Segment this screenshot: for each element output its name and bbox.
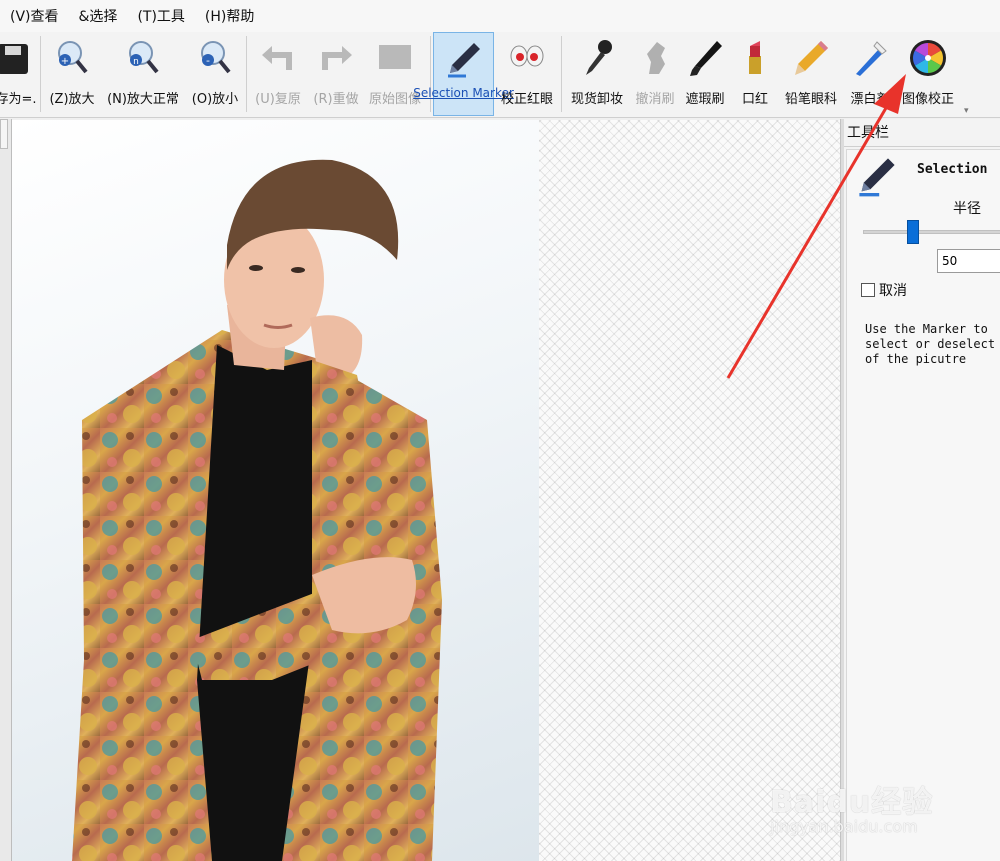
cancel-checkbox[interactable]	[861, 283, 875, 297]
blemish-brush-button[interactable]: 遮瑕刷	[681, 32, 729, 116]
image-correction-button[interactable]: 图像校正	[897, 32, 959, 116]
svg-text:-: -	[206, 54, 210, 67]
tool-panel: 工具栏 Selection 半径 取消 Use the Marker to se…	[844, 119, 1000, 861]
save-as-label: 存为=.	[0, 92, 37, 107]
menu-select[interactable]: &选择	[69, 6, 128, 26]
panel-title: 工具栏	[844, 119, 1000, 147]
save-as-button[interactable]: 存为=.	[0, 32, 38, 116]
menu-bar: (V)查看 &选择 (T)工具 (H)帮助	[0, 0, 1000, 32]
menu-view[interactable]: (V)查看	[0, 6, 69, 26]
radius-label: 半径	[953, 201, 981, 217]
floppy-icon	[0, 36, 38, 80]
zoom-in-icon: +	[50, 36, 94, 80]
cancel-checkbox-row[interactable]: 取消	[861, 280, 907, 300]
undo-brush-button[interactable]: 撤消刷	[630, 32, 680, 116]
undo-button[interactable]: (U)复原	[250, 32, 306, 116]
toolbar-separator	[40, 36, 41, 112]
undo-label: (U)复原	[255, 92, 301, 107]
eyeliner-label: 铅笔眼科	[784, 92, 837, 107]
zoom-out-icon: -	[193, 36, 237, 80]
radius-input[interactable]	[937, 249, 1000, 273]
image-correction-label: 图像校正	[901, 92, 954, 107]
help-text: Use the Marker to select or deselect of …	[865, 322, 996, 366]
toolbar: 存为=. + (Z)放大 n (N)放大正常 - (O)放小 (U)复原 (R)…	[0, 32, 1000, 118]
radius-slider-track[interactable]	[863, 230, 1000, 234]
redo-button[interactable]: (R)重做	[310, 32, 362, 116]
brush-icon	[683, 36, 727, 80]
ruler-marker	[0, 119, 8, 149]
zoom-out-label: (O)放小	[191, 92, 239, 107]
zoom-out-button[interactable]: - (O)放小	[188, 32, 242, 116]
remove-makeup-label: 现货卸妆	[570, 92, 623, 107]
svg-text:n: n	[133, 57, 139, 67]
lipstick-label: 口红	[741, 92, 768, 107]
remove-makeup-button[interactable]: 现货卸妆	[566, 32, 628, 116]
spot-brush-icon	[575, 36, 619, 80]
radius-slider-thumb[interactable]	[906, 220, 919, 244]
menu-tools[interactable]: (T)工具	[127, 6, 194, 26]
red-eye-button[interactable]: 校正红眼	[496, 32, 558, 116]
selection-marker-button[interactable]: Selection Marker	[413, 32, 514, 116]
undo-brush-label: 撤消刷	[635, 92, 675, 107]
menu-help[interactable]: (H)帮助	[195, 6, 264, 26]
eyeliner-button[interactable]: 铅笔眼科	[780, 32, 842, 116]
redo-label: (R)重做	[313, 92, 359, 107]
svg-text:+: +	[61, 56, 69, 67]
marker-pen-icon	[442, 37, 486, 81]
watermark-logo: Baidu经验	[770, 785, 934, 820]
marker-pen-icon	[855, 154, 899, 198]
image-canvas[interactable]	[12, 120, 840, 861]
undo-brush-icon	[633, 36, 677, 80]
zoom-in-button[interactable]: + (Z)放大	[46, 32, 98, 116]
image-icon	[373, 36, 417, 80]
tool-name: Selection	[917, 162, 988, 177]
zoom-normal-label: (N)放大正常	[107, 92, 179, 107]
pencil-icon	[789, 36, 833, 80]
blemish-brush-label: 遮瑕刷	[685, 92, 725, 107]
toolbar-separator	[246, 36, 247, 112]
portrait-illustration	[72, 159, 442, 861]
zoom-normal-button[interactable]: n (N)放大正常	[102, 32, 184, 116]
color-wheel-icon	[906, 36, 950, 80]
original-image-button[interactable]: 原始图像	[364, 32, 426, 116]
lipstick-icon	[733, 36, 777, 80]
panel-body: Selection 半径 取消 Use the Marker to select…	[846, 149, 1000, 861]
redo-arrow-icon	[314, 36, 358, 80]
watermark-url: jingyan.baidu.com	[770, 817, 918, 836]
whitener-button[interactable]: 漂白剂	[845, 32, 895, 116]
whitener-label: 漂白剂	[850, 92, 890, 107]
red-eye-label: 校正红眼	[500, 92, 553, 107]
lipstick-button[interactable]: 口红	[734, 32, 776, 116]
toothbrush-icon	[848, 36, 892, 80]
toolbar-overflow-chevron-icon[interactable]: ▾	[964, 106, 969, 116]
zoom-in-label: (Z)放大	[49, 92, 95, 107]
undo-arrow-icon	[256, 36, 300, 80]
portrait-photo	[12, 120, 539, 861]
left-ruler	[0, 119, 12, 861]
toolbar-separator	[561, 36, 562, 112]
cancel-label: 取消	[879, 283, 907, 299]
zoom-normal-icon: n	[121, 36, 165, 80]
red-eye-icon	[505, 36, 549, 80]
